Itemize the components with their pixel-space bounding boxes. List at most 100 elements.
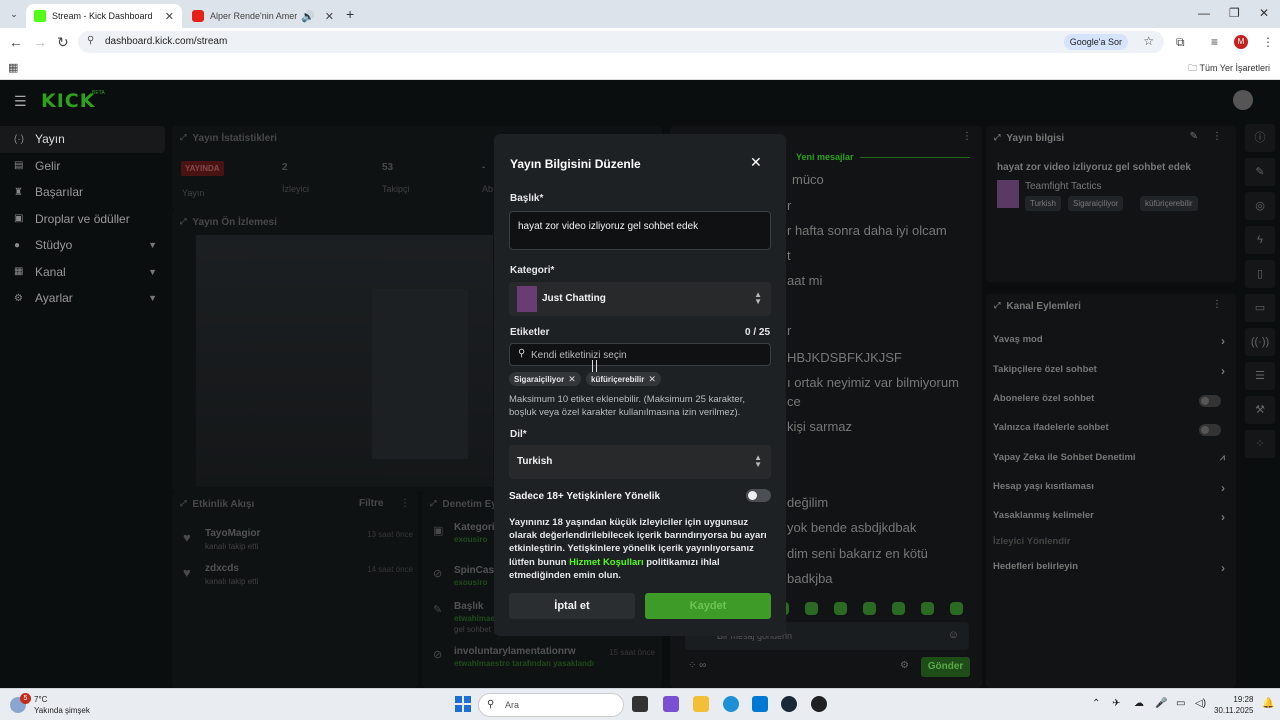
tag-search-input[interactable] [531, 347, 761, 363]
edit-icon[interactable]: ✎ [1190, 131, 1198, 142]
file-explorer-icon[interactable] [693, 696, 709, 712]
more-icon[interactable]: ⋮ [1212, 299, 1222, 310]
document-icon[interactable]: ▯ [1245, 260, 1275, 288]
hamburger-icon[interactable]: ☰ [14, 93, 27, 110]
gear-icon[interactable]: ⚙ [900, 660, 909, 671]
pencil-icon[interactable]: ✎ [1245, 158, 1275, 186]
tab-youtube[interactable]: Alper Rende'nin Amerikan F 🔊 ✕ [184, 4, 342, 28]
url-text[interactable]: dashboard.kick.com/stream [105, 36, 227, 47]
terms-link[interactable]: Hizmet Koşulları [569, 557, 643, 568]
list-icon[interactable]: ☰ [1245, 362, 1275, 390]
profile-avatar[interactable]: M [1234, 35, 1248, 49]
sidebar-item-basarilar[interactable]: ♜ Başarılar [0, 179, 165, 206]
emotes-only-toggle[interactable] [1199, 424, 1221, 436]
sidebar-item-droplar[interactable]: ▣ Droplar ve ödüller [0, 206, 165, 233]
media-icon[interactable]: ≡ [1211, 35, 1218, 49]
subscribers-only-toggle[interactable] [1199, 395, 1221, 407]
clock[interactable]: 19:28 30.11.2025 [1214, 694, 1253, 716]
task-view-icon[interactable] [632, 696, 648, 712]
app-icon[interactable] [663, 696, 679, 712]
chat-users-icon[interactable]: ⁘ ∞ [688, 660, 706, 671]
activity-user[interactable]: zdxcds [205, 563, 239, 574]
send-button[interactable]: Gönder [921, 657, 970, 677]
kick-logo[interactable]: KICK [41, 90, 95, 112]
new-tab-button[interactable]: + [346, 6, 354, 22]
emote-icon[interactable] [805, 602, 818, 615]
moderation-user[interactable]: exousiro [454, 535, 487, 544]
followers-only-action[interactable]: Takipçilere özel sohbet › [993, 364, 1225, 384]
more-icon[interactable]: ⋮ [400, 498, 410, 509]
more-icon[interactable]: ⋮ [1212, 131, 1222, 142]
close-icon[interactable]: ✕ [750, 154, 762, 171]
lightning-icon[interactable]: ϟ [1245, 226, 1275, 254]
emote-icon[interactable] [863, 602, 876, 615]
tab-search-button[interactable]: ⌄ [6, 6, 22, 22]
chrome-icon[interactable] [811, 696, 827, 712]
minimize-icon[interactable]: — [1198, 6, 1210, 20]
close-icon[interactable]: ✕ [325, 10, 334, 23]
stream-preview-video[interactable] [196, 235, 493, 487]
sidebar-item-gelir[interactable]: ▤ Gelir [0, 153, 165, 180]
emote-icon[interactable] [921, 602, 934, 615]
adult-content-toggle[interactable] [746, 489, 771, 502]
save-button[interactable]: Kaydet [645, 593, 771, 619]
taskbar-search[interactable]: ⚲ Ara [478, 693, 624, 717]
cloud-icon[interactable]: ☁ [1134, 698, 1144, 709]
category-select[interactable]: Just Chatting ▲ ▼ [509, 282, 771, 316]
sidebar-item-kanal[interactable]: ▦ Kanal ▼ [0, 259, 165, 286]
chevron-up-icon[interactable]: ⌃ [1092, 698, 1100, 709]
remove-tag-icon[interactable]: ✕ [568, 374, 576, 385]
banned-words-action[interactable]: Yasaklanmış kelimeler › [993, 510, 1225, 530]
tab-kick-dashboard[interactable]: Stream - Kick Dashboard ✕ [26, 4, 182, 28]
ai-moderation-action[interactable]: Yapay Zeka ile Sohbet Denetimi ⩘ [993, 452, 1225, 472]
network-icon[interactable]: ▭ [1176, 698, 1185, 709]
emoji-icon[interactable]: ☺ [948, 629, 959, 641]
account-age-action[interactable]: Hesap yaşı kısıtlaması › [993, 481, 1225, 501]
title-input[interactable]: hayat zor video izliyoruz gel sohbet ede… [509, 211, 771, 250]
edge-icon[interactable] [723, 696, 739, 712]
back-icon[interactable]: ← [9, 34, 23, 50]
remove-tag-icon[interactable]: ✕ [648, 374, 656, 385]
weather-widget[interactable]: 5 7°C Yakında şimşek [10, 693, 110, 717]
goals-action[interactable]: Hedefleri belirleyin › [993, 561, 1225, 581]
apps-grid-icon[interactable]: ▦ [8, 61, 18, 74]
close-window-icon[interactable]: ✕ [1259, 6, 1269, 20]
sidebar-item-yayin[interactable]: (·) Yayın [0, 126, 165, 153]
google-ask-button[interactable]: Google'a Sor [1063, 34, 1128, 50]
forward-icon[interactable]: → [33, 34, 47, 50]
steam-icon[interactable] [781, 696, 797, 712]
preview-icon[interactable]: ◎ [1245, 192, 1275, 220]
close-icon[interactable]: ✕ [165, 10, 174, 23]
language-select[interactable]: Turkish ▲ ▼ [509, 445, 771, 479]
windows-start-icon[interactable] [455, 696, 471, 712]
sidebar-item-studyo[interactable]: ● Stüdyo ▼ [0, 232, 165, 259]
emote-icon[interactable] [892, 602, 905, 615]
moderation-user[interactable]: exousiro [454, 578, 487, 587]
speaker-icon[interactable]: ◁) [1195, 698, 1206, 709]
mic-icon[interactable]: 🎤 [1155, 698, 1167, 709]
users-icon[interactable]: ⁘ [1245, 430, 1275, 458]
all-bookmarks-folder[interactable]: 🗀 Tüm Yer İşaretleri [1188, 61, 1270, 77]
moderation-user[interactable]: etwahlmae [454, 614, 495, 623]
more-icon[interactable]: ⋮ [962, 131, 972, 142]
omnibox[interactable]: ⚲ dashboard.kick.com/stream Google'a Sor… [78, 31, 1164, 53]
store-icon[interactable] [752, 696, 768, 712]
bookmark-star-icon[interactable]: ☆ [1143, 34, 1154, 48]
site-info-icon[interactable]: ⚲ [87, 35, 94, 46]
notification-icon[interactable]: 🔔 [1262, 698, 1274, 709]
tag-search-field[interactable]: ⚲ [509, 343, 771, 366]
activity-user[interactable]: TayoMagior [205, 528, 260, 539]
reload-icon[interactable]: ↻ [57, 34, 69, 51]
chat-icon[interactable]: ▭ [1245, 294, 1275, 322]
slow-mode-action[interactable]: Yavaş mod › [993, 334, 1225, 354]
sidebar-item-ayarlar[interactable]: ⚙ Ayarlar ▼ [0, 285, 165, 312]
maximize-icon[interactable]: ❐ [1229, 6, 1240, 20]
menu-icon[interactable]: ⋮ [1262, 35, 1274, 49]
filter-button[interactable]: Filtre [359, 498, 383, 509]
user-avatar[interactable] [1233, 90, 1253, 110]
wifi-icon[interactable]: ✈ [1112, 698, 1120, 709]
info-icon[interactable]: ⓘ [1245, 124, 1275, 152]
cancel-button[interactable]: İptal et [509, 593, 635, 619]
emote-icon[interactable] [950, 602, 963, 615]
emote-icon[interactable] [834, 602, 847, 615]
